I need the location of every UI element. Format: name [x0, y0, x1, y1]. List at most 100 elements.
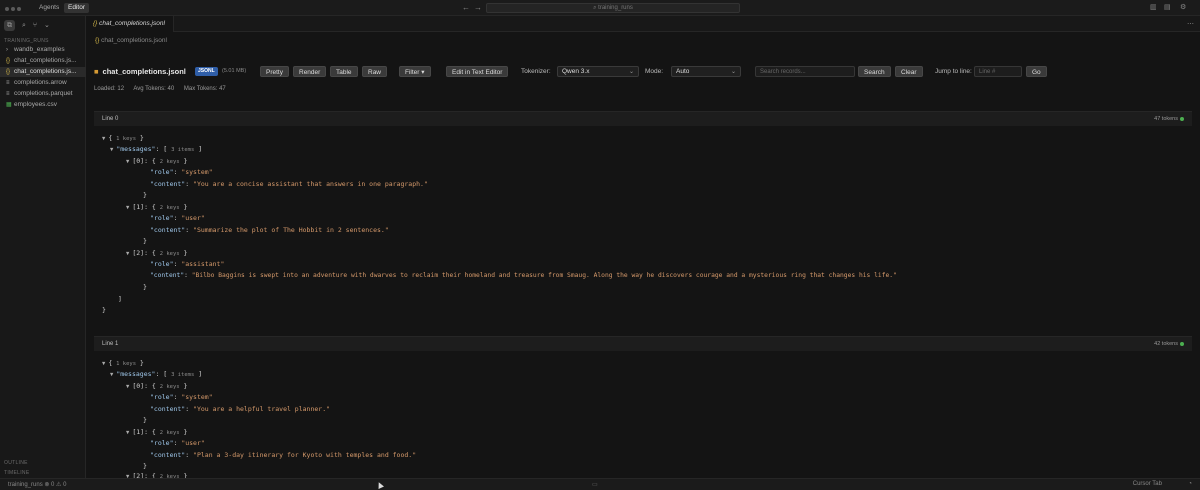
- json-string-value: "Plan a 3-day itinerary for Kyoto with t…: [193, 451, 417, 459]
- chevron-down-icon: ⌄: [628, 69, 634, 75]
- jump-to-line-label: Jump to line:: [935, 68, 972, 75]
- collapse-toggle-icon: ▼: [102, 361, 106, 367]
- forward-arrow-icon[interactable]: →: [474, 3, 482, 12]
- edit-in-text-editor-button[interactable]: Edit in Text Editor: [446, 66, 509, 77]
- outline-section[interactable]: OUTLINE: [4, 460, 28, 466]
- status-dot-icon: [1180, 341, 1184, 346]
- json-role-row: "role": "system": [150, 393, 213, 401]
- back-arrow-icon[interactable]: ←: [462, 3, 470, 12]
- folder-item[interactable]: › wandb_examples: [0, 45, 86, 55]
- json-string-value: "You are a helpful travel planner.": [193, 405, 331, 413]
- loaded-count: Loaded: 12: [94, 86, 125, 92]
- panel-icon[interactable]: ▤: [1164, 3, 1171, 11]
- source-control-icon[interactable]: ⑂: [33, 22, 37, 29]
- json-root-node[interactable]: ▼{ 1 keys }: [102, 134, 144, 142]
- line-label: Line 0: [102, 116, 119, 122]
- array-index: [1]: [132, 428, 145, 436]
- token-count: 42 tokens: [1154, 341, 1184, 347]
- breadcrumb-label: chat_completions.jsonl: [101, 37, 167, 44]
- timeline-section[interactable]: TIMELINE: [4, 470, 29, 476]
- json-messages-node[interactable]: ▼ "messages": [ 3 items ]: [110, 145, 202, 153]
- window-controls[interactable]: [5, 6, 23, 13]
- viewer-toolbar: ■ chat_completions.jsonl JSONL (5.01 MB) …: [86, 62, 1200, 82]
- json-string-value: "system": [181, 168, 213, 176]
- token-count: 47 tokens: [1154, 116, 1184, 122]
- table-button[interactable]: Table: [330, 66, 358, 77]
- sidebar-toolbar: ⧉ ⌕ ⑂ ⌄: [4, 20, 55, 31]
- clear-button[interactable]: Clear: [895, 66, 923, 77]
- panel-toggle-icon[interactable]: ▭: [592, 481, 598, 488]
- status-left[interactable]: training_runs ⊗ 0 ⚠ 0: [8, 481, 66, 488]
- line-label: Line 1: [102, 341, 119, 347]
- search-records-input[interactable]: Search records...: [755, 66, 855, 77]
- search-button[interactable]: Search: [858, 66, 891, 77]
- tokenizer-select[interactable]: Qwen 3.x ⌄: [557, 66, 639, 77]
- search-icon[interactable]: ⌕: [22, 22, 26, 29]
- editor-tabs: {} chat_completions.jsonl ⋯: [86, 16, 1200, 32]
- array-index: [0]: [132, 382, 145, 390]
- title-bar: Agents Editor ← → ⌕ training_runs ▥ ▤ ⚙: [0, 0, 1200, 16]
- file-item[interactable]: {} chat_completions.js...: [0, 56, 86, 66]
- tab-agents[interactable]: Agents: [35, 3, 63, 13]
- more-actions-icon[interactable]: ⋯: [1187, 20, 1194, 28]
- render-button[interactable]: Render: [293, 66, 327, 77]
- breadcrumb[interactable]: {} chat_completions.jsonl: [95, 37, 167, 44]
- collapse-toggle-icon: ▼: [126, 205, 130, 211]
- array-index: [2]: [132, 249, 145, 257]
- explorer-section-title[interactable]: TRAINING_RUNS: [4, 38, 49, 44]
- record-header[interactable]: Line 1 42 tokens: [94, 336, 1192, 351]
- file-item[interactable]: ≡ completions.arrow: [0, 78, 86, 88]
- data-file-icon: ≡: [6, 91, 10, 97]
- json-role-row: "role": "user": [150, 439, 205, 447]
- collapse-toggle-icon: ▼: [126, 430, 130, 436]
- command-search[interactable]: ⌕ training_runs: [486, 3, 740, 13]
- json-array-item[interactable]: ▼ [2]: { 2 keys }: [126, 249, 187, 257]
- json-array-item[interactable]: ▼ [1]: { 2 keys }: [126, 203, 187, 211]
- cursor-tab-status[interactable]: Cursor Tab: [1133, 481, 1162, 487]
- files-icon[interactable]: ⧉: [4, 20, 15, 31]
- array-index: [0]: [132, 157, 145, 165]
- json-brace: }: [102, 306, 106, 314]
- json-content-row: "content": "You are a concise assistant …: [150, 180, 428, 188]
- settings-icon[interactable]: ⚙: [1180, 3, 1186, 11]
- key-count: 2 keys: [159, 384, 180, 390]
- json-string-value: "user": [181, 439, 205, 447]
- json-array-item[interactable]: ▼ [0]: { 2 keys }: [126, 382, 187, 390]
- json-string-value: "Summarize the plot of The Hobbit in 2 s…: [193, 226, 389, 234]
- layout-icon[interactable]: ▥: [1150, 3, 1157, 11]
- pretty-button[interactable]: Pretty: [260, 66, 289, 77]
- mode-select[interactable]: Auto ⌄: [671, 66, 741, 77]
- key-count: 2 keys: [159, 205, 180, 211]
- json-key: "content": [150, 272, 185, 279]
- jump-to-line-input[interactable]: Line #: [974, 66, 1022, 77]
- file-item[interactable]: ≡ completions.parquet: [0, 89, 86, 99]
- record-header[interactable]: Line 0 47 tokens: [94, 111, 1192, 126]
- json-content-row: "content": "You are a helpful travel pla…: [150, 405, 331, 413]
- item-count: 3 items: [171, 372, 195, 378]
- notifications-icon[interactable]: ◔: [1188, 481, 1192, 487]
- json-array-item[interactable]: ▼ [1]: { 2 keys }: [126, 428, 187, 436]
- json-messages-node[interactable]: ▼ "messages": [ 3 items ]: [110, 370, 202, 378]
- filter-button[interactable]: Filter ▾: [399, 66, 431, 77]
- chevron-down-icon: ▾: [419, 69, 425, 76]
- key-count: 2 keys: [159, 251, 180, 257]
- json-brace: }: [143, 416, 147, 424]
- json-key: "messages": [116, 145, 156, 153]
- json-array-item[interactable]: ▼ [0]: { 2 keys }: [126, 157, 187, 165]
- raw-button[interactable]: Raw: [362, 66, 388, 77]
- tokenizer-label: Tokenizer:: [521, 68, 551, 75]
- tab-editor[interactable]: Editor: [64, 3, 89, 13]
- editor-tab-label: chat_completions.jsonl: [99, 20, 165, 27]
- mode-label: Mode:: [645, 68, 664, 75]
- json-brace: }: [143, 191, 147, 199]
- file-item[interactable]: ▦ employees.csv: [0, 100, 86, 110]
- file-item-active[interactable]: {} chat_completions.js...: [0, 67, 86, 77]
- go-button[interactable]: Go: [1026, 66, 1047, 77]
- json-key: "content": [150, 451, 186, 459]
- chevron-down-icon[interactable]: ⌄: [44, 22, 50, 29]
- file-title-text: chat_completions.jsonl: [102, 67, 186, 76]
- key-count: 1 keys: [116, 136, 137, 142]
- editor-tab[interactable]: {} chat_completions.jsonl: [86, 16, 174, 32]
- json-root-node[interactable]: ▼{ 1 keys }: [102, 359, 144, 367]
- item-count: 3 items: [171, 147, 195, 153]
